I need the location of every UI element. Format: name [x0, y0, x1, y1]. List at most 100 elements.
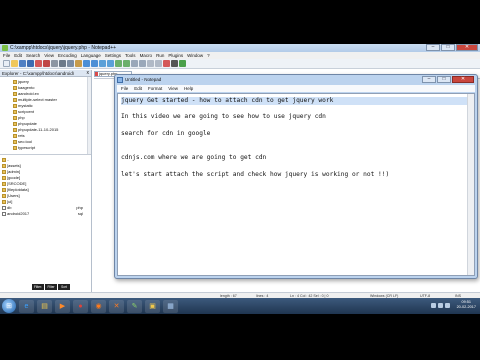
explorer-sort-button[interactable]: Sort: [58, 284, 70, 290]
tree-folder[interactable]: typescript: [0, 145, 91, 151]
media-player-icon[interactable]: ▶: [55, 299, 70, 313]
tree-folder-label: rets: [18, 133, 25, 138]
network-icon[interactable]: [431, 303, 436, 308]
npp-menu-file[interactable]: File: [3, 52, 10, 59]
file-icon: [2, 212, 6, 216]
screen: C:\xampp\htdocs\jquery\jquery.php - Note…: [0, 44, 480, 314]
open-file-icon[interactable]: [11, 60, 18, 67]
notepad-line: ​: [121, 105, 471, 113]
explorer-folder-tree: jquery kaagento aandroid.ex multiple-sel…: [0, 77, 91, 155]
ie-icon[interactable]: e: [19, 299, 34, 313]
npp-menu-language[interactable]: Language: [81, 52, 101, 59]
npp-maximize-button[interactable]: □: [441, 44, 455, 51]
clock-date: 20-02-2017: [456, 305, 476, 309]
notepad-minimize-button[interactable]: –: [422, 76, 436, 83]
notepad-icon[interactable]: ▦: [163, 299, 178, 313]
npp-menu-run[interactable]: Run: [156, 52, 164, 59]
notepad-maximize-button[interactable]: □: [437, 76, 451, 83]
npp-menu-edit[interactable]: Edit: [14, 52, 22, 59]
explorer-close-icon[interactable]: x: [87, 70, 90, 77]
notepad-menu-view[interactable]: View: [168, 85, 178, 92]
record-macro-icon[interactable]: [163, 60, 170, 67]
explorer-filter-button[interactable]: Filter: [45, 284, 57, 290]
file-name: [ui]: [7, 199, 13, 204]
npp-menu-settings[interactable]: Settings: [105, 52, 121, 59]
folder-icon: [13, 140, 17, 144]
volume-icon[interactable]: [438, 303, 443, 308]
tree-folder-label: phpupdate-11-10-2015: [18, 127, 59, 132]
explorer-header: Explorer - C:\xampp\htdocs\android\ x: [0, 70, 91, 77]
tree-scrollbar[interactable]: [87, 77, 91, 154]
npp-menu-encoding[interactable]: Encoding: [58, 52, 77, 59]
show-all-chars-icon[interactable]: [147, 60, 154, 67]
media-player-glyph: ▶: [59, 302, 66, 310]
close-file-icon[interactable]: [35, 60, 42, 67]
notepad-line: let's start attach the script and check …: [121, 170, 390, 178]
folder-icon: [13, 134, 17, 138]
chrome-icon[interactable]: ●: [73, 299, 88, 313]
npp-menu-view[interactable]: View: [44, 52, 54, 59]
save-icon[interactable]: [19, 60, 26, 67]
file-list-item[interactable]: android2017 sql: [0, 211, 91, 217]
explorer-title: Explorer - C:\xampp\htdocs\android\: [2, 71, 75, 76]
file-icon: [2, 206, 6, 210]
indent-guide-icon[interactable]: [155, 60, 162, 67]
play-macro-icon[interactable]: [179, 60, 186, 67]
npp-menu-help[interactable]: ?: [207, 52, 210, 59]
paste-icon[interactable]: [75, 60, 82, 67]
file-name: ..: [7, 157, 10, 162]
firefox-icon[interactable]: ◉: [91, 299, 106, 313]
notepad-menu-edit[interactable]: Edit: [134, 85, 142, 92]
npp-menu-bar: File Edit Search View Encoding Language …: [0, 52, 480, 59]
stop-macro-icon[interactable]: [171, 60, 178, 67]
npp-menu-macro[interactable]: Macro: [140, 52, 153, 59]
undo-icon[interactable]: [83, 60, 90, 67]
notepad-menu-format[interactable]: Format: [148, 85, 162, 92]
explorer-icon[interactable]: ▤: [37, 299, 52, 313]
file-name: db: [7, 205, 12, 210]
notepadpp-icon[interactable]: ✎: [127, 299, 142, 313]
close-all-icon[interactable]: [43, 60, 50, 67]
notepad-menu-help[interactable]: Help: [184, 85, 193, 92]
npp-menu-window[interactable]: Window: [187, 52, 203, 59]
print-icon[interactable]: [51, 60, 58, 67]
zoom-out-icon[interactable]: [123, 60, 130, 67]
zoom-in-icon[interactable]: [115, 60, 122, 67]
xampp-icon[interactable]: ✕: [109, 299, 124, 313]
find-icon[interactable]: [99, 60, 106, 67]
file-name: [fileplotdata]: [7, 187, 29, 192]
cut-icon[interactable]: [59, 60, 66, 67]
sync-scroll-icon[interactable]: [131, 60, 138, 67]
notepad-line: ​: [121, 146, 471, 154]
notepad-window-controls: – □ ✕: [422, 76, 474, 83]
npp-minimize-button[interactable]: –: [426, 44, 440, 51]
replace-icon[interactable]: [107, 60, 114, 67]
npp-menu-plugins[interactable]: Plugins: [168, 52, 183, 59]
clock[interactable]: 09:51 20-02-2017: [457, 300, 476, 310]
new-file-icon[interactable]: [3, 60, 10, 67]
notepad-line: ​: [121, 138, 471, 146]
notepad-line: cdnjs.com where we are going to get cdn: [121, 154, 267, 162]
notepad-app-icon: [117, 77, 123, 83]
chrome-glyph: ●: [78, 302, 83, 310]
notepad-title-bar[interactable]: Untitled - Notepad – □ ✕: [115, 75, 477, 85]
flag-icon[interactable]: [445, 303, 450, 308]
folder-icon: [2, 194, 6, 198]
folder-icon[interactable]: ▣: [145, 299, 160, 313]
explorer-toolbar: Filter: Filter Sort: [32, 284, 70, 290]
save-all-icon[interactable]: [27, 60, 34, 67]
npp-menu-search[interactable]: Search: [26, 52, 40, 59]
folder-icon: [13, 92, 17, 96]
notepad-menu-file[interactable]: File: [121, 85, 128, 92]
notepad-close-button[interactable]: ✕: [452, 76, 474, 83]
tree-folder-label: kaagento: [18, 85, 35, 90]
notepad-scrollbar[interactable]: [467, 94, 474, 275]
npp-menu-tools[interactable]: Tools: [125, 52, 136, 59]
start-button[interactable]: ⊞: [2, 299, 16, 313]
copy-icon[interactable]: [67, 60, 74, 67]
redo-icon[interactable]: [91, 60, 98, 67]
notepad-text-area[interactable]: jquery Get started - how to attach cdn t…: [117, 93, 475, 276]
tree-folder-label: phpupdate: [18, 121, 37, 126]
word-wrap-icon[interactable]: [139, 60, 146, 67]
npp-close-button[interactable]: ✕: [456, 44, 478, 51]
